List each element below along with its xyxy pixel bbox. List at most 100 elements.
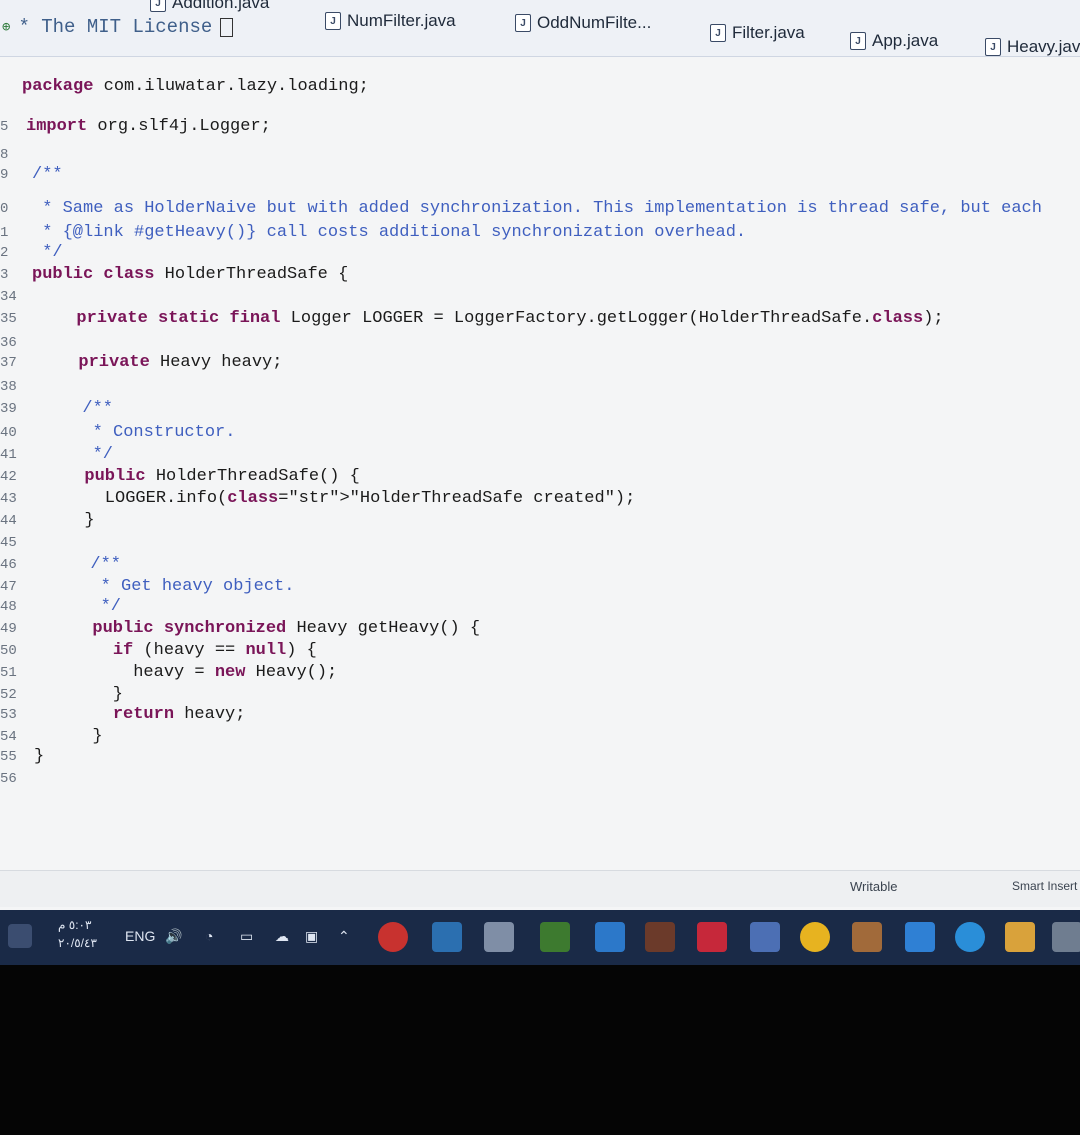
line-number: 46	[0, 557, 17, 573]
code-line[interactable]: 51 heavy = new Heavy();	[0, 662, 1080, 684]
code-line[interactable]: 48 */	[0, 596, 1080, 618]
app-brown-icon[interactable]	[645, 922, 675, 952]
app-red-square-icon[interactable]	[697, 922, 727, 952]
code-line[interactable]: 44 }	[0, 510, 1080, 532]
photos-icon[interactable]	[432, 922, 462, 952]
line-number: 41	[0, 447, 17, 463]
code-text: import org.slf4j.Logger;	[26, 117, 271, 136]
code-text: * {@link #getHeavy()} call costs additio…	[32, 223, 747, 242]
edge-icon[interactable]	[955, 922, 985, 952]
device-icon[interactable]: ▣	[305, 928, 318, 945]
clock-time: ٥:٠٣ م	[58, 918, 92, 932]
code-text: * Same as HolderNaive but with added syn…	[32, 199, 1042, 218]
app-red-icon[interactable]	[378, 922, 408, 952]
code-text: if (heavy == null) {	[112, 641, 317, 660]
code-line[interactable]: 34	[0, 286, 1080, 308]
line-number: 54	[0, 729, 17, 745]
code-line[interactable]: 39 /**	[0, 398, 1080, 420]
code-text: }	[72, 727, 103, 746]
tab-app[interactable]: J App.java	[850, 26, 938, 56]
code-line[interactable]: 2 */	[0, 242, 1080, 264]
line-number: 42	[0, 469, 17, 485]
code-line[interactable]: 8	[0, 144, 1080, 166]
line-number: 1	[0, 225, 9, 241]
status-bar: Writable Smart Insert	[0, 870, 1080, 907]
line-number: 38	[0, 379, 17, 395]
code-text: return heavy;	[112, 705, 246, 724]
app-orange-icon[interactable]	[852, 922, 882, 952]
line-number: 44	[0, 513, 17, 529]
code-line[interactable]: 9 /**	[0, 164, 1080, 186]
app-blue-icon[interactable]	[750, 922, 780, 952]
monitor-bezel	[0, 965, 1080, 1135]
code-line[interactable]: 55}	[0, 746, 1080, 768]
java-file-icon: J	[850, 32, 866, 50]
tab-label: Filter.java	[732, 23, 805, 42]
java-file-icon: J	[325, 12, 341, 30]
fold-expand-icon[interactable]: ⊕	[2, 19, 10, 36]
code-line[interactable]: 50 if (heavy == null) {	[0, 640, 1080, 662]
code-line[interactable]: 38	[0, 376, 1080, 398]
app-gray-icon[interactable]	[1052, 922, 1080, 952]
code-line[interactable]: 43 LOGGER.info(class="str">"HolderThread…	[0, 488, 1080, 510]
language-indicator[interactable]: ENG	[125, 928, 155, 944]
wifi-icon[interactable]: ◔	[205, 928, 213, 944]
code-line[interactable]: 36	[0, 332, 1080, 354]
code-line[interactable]: 45	[0, 532, 1080, 554]
code-line[interactable]: 42 public HolderThreadSafe() {	[0, 466, 1080, 488]
line-number: 47	[0, 579, 17, 595]
code-line[interactable]: 53 return heavy;	[0, 704, 1080, 726]
tab-numfilter[interactable]: J NumFilter.java	[325, 6, 456, 36]
code-line[interactable]: 52 }	[0, 684, 1080, 706]
code-text: private Heavy heavy;	[78, 353, 283, 372]
line-number: 53	[0, 707, 17, 723]
license-comment-text: * The MIT License	[18, 16, 213, 38]
line-number: 55	[0, 749, 17, 765]
code-line[interactable]: 0 * Same as HolderNaive but with added s…	[0, 198, 1080, 220]
line-number: 9	[0, 167, 9, 183]
code-line[interactable]: package com.iluwatar.lazy.loading;	[0, 76, 1080, 98]
mail-icon[interactable]	[905, 922, 935, 952]
battery-icon[interactable]: ▭	[240, 928, 253, 945]
code-text: * Constructor.	[62, 423, 236, 442]
code-text: /**	[70, 555, 122, 574]
code-line[interactable]: 40 * Constructor.	[0, 422, 1080, 444]
code-text: }	[64, 511, 95, 530]
code-text: /**	[62, 399, 114, 418]
tray-clock[interactable]: ٥:٠٣ م ٢٠/٥/٤٣	[58, 916, 118, 952]
notification-icon[interactable]	[8, 924, 32, 948]
chrome-icon[interactable]	[800, 922, 830, 952]
line-number: 45	[0, 535, 17, 551]
code-line[interactable]: 47 * Get heavy object.	[0, 576, 1080, 598]
tab-filter[interactable]: J Filter.java	[710, 18, 805, 48]
tab-oddnumfilter[interactable]: J OddNumFilte...	[515, 8, 651, 38]
eclipse-window: J Addition.java J NumFilter.java J OddNu…	[0, 0, 1080, 965]
line-number: 3	[0, 267, 9, 283]
code-line[interactable]: 56	[0, 768, 1080, 790]
code-text: public synchronized Heavy getHeavy() {	[92, 619, 481, 638]
store-icon[interactable]	[1005, 922, 1035, 952]
code-line[interactable]: 3 public class HolderThreadSafe {	[0, 264, 1080, 286]
code-line[interactable]: 35 private static final Logger LOGGER = …	[0, 308, 1080, 330]
code-line[interactable]: 49 public synchronized Heavy getHeavy() …	[0, 618, 1080, 640]
code-line[interactable]: 5 import org.slf4j.Logger;	[0, 116, 1080, 138]
insert-mode-status: Smart Insert	[1012, 879, 1078, 893]
visual-studio-icon[interactable]	[595, 922, 625, 952]
chevron-up-icon[interactable]: ⌃	[338, 928, 350, 945]
license-comment-line[interactable]: ⊕ * The MIT License	[0, 14, 234, 40]
code-line[interactable]: 41 */	[0, 444, 1080, 466]
collapsed-block-icon[interactable]	[220, 17, 234, 37]
code-line[interactable]: 1 * {@link #getHeavy()} call costs addit…	[0, 222, 1080, 244]
editor-tab-bar: J Addition.java J NumFilter.java J OddNu…	[0, 0, 1080, 57]
line-number: 43	[0, 491, 17, 507]
volume-icon[interactable]: 🔊	[165, 928, 182, 945]
code-editor[interactable]: package com.iluwatar.lazy.loading; 5 impor…	[0, 56, 1080, 876]
code-line[interactable]: 46 /**	[0, 554, 1080, 576]
code-line[interactable]: 37 private Heavy heavy;	[0, 352, 1080, 374]
code-line[interactable]: 54 }	[0, 726, 1080, 748]
task-view-icon[interactable]	[484, 922, 514, 952]
line-number: 50	[0, 643, 17, 659]
onedrive-icon[interactable]: ☁	[275, 928, 289, 945]
app-green-icon[interactable]	[540, 922, 570, 952]
line-number: 36	[0, 335, 17, 351]
